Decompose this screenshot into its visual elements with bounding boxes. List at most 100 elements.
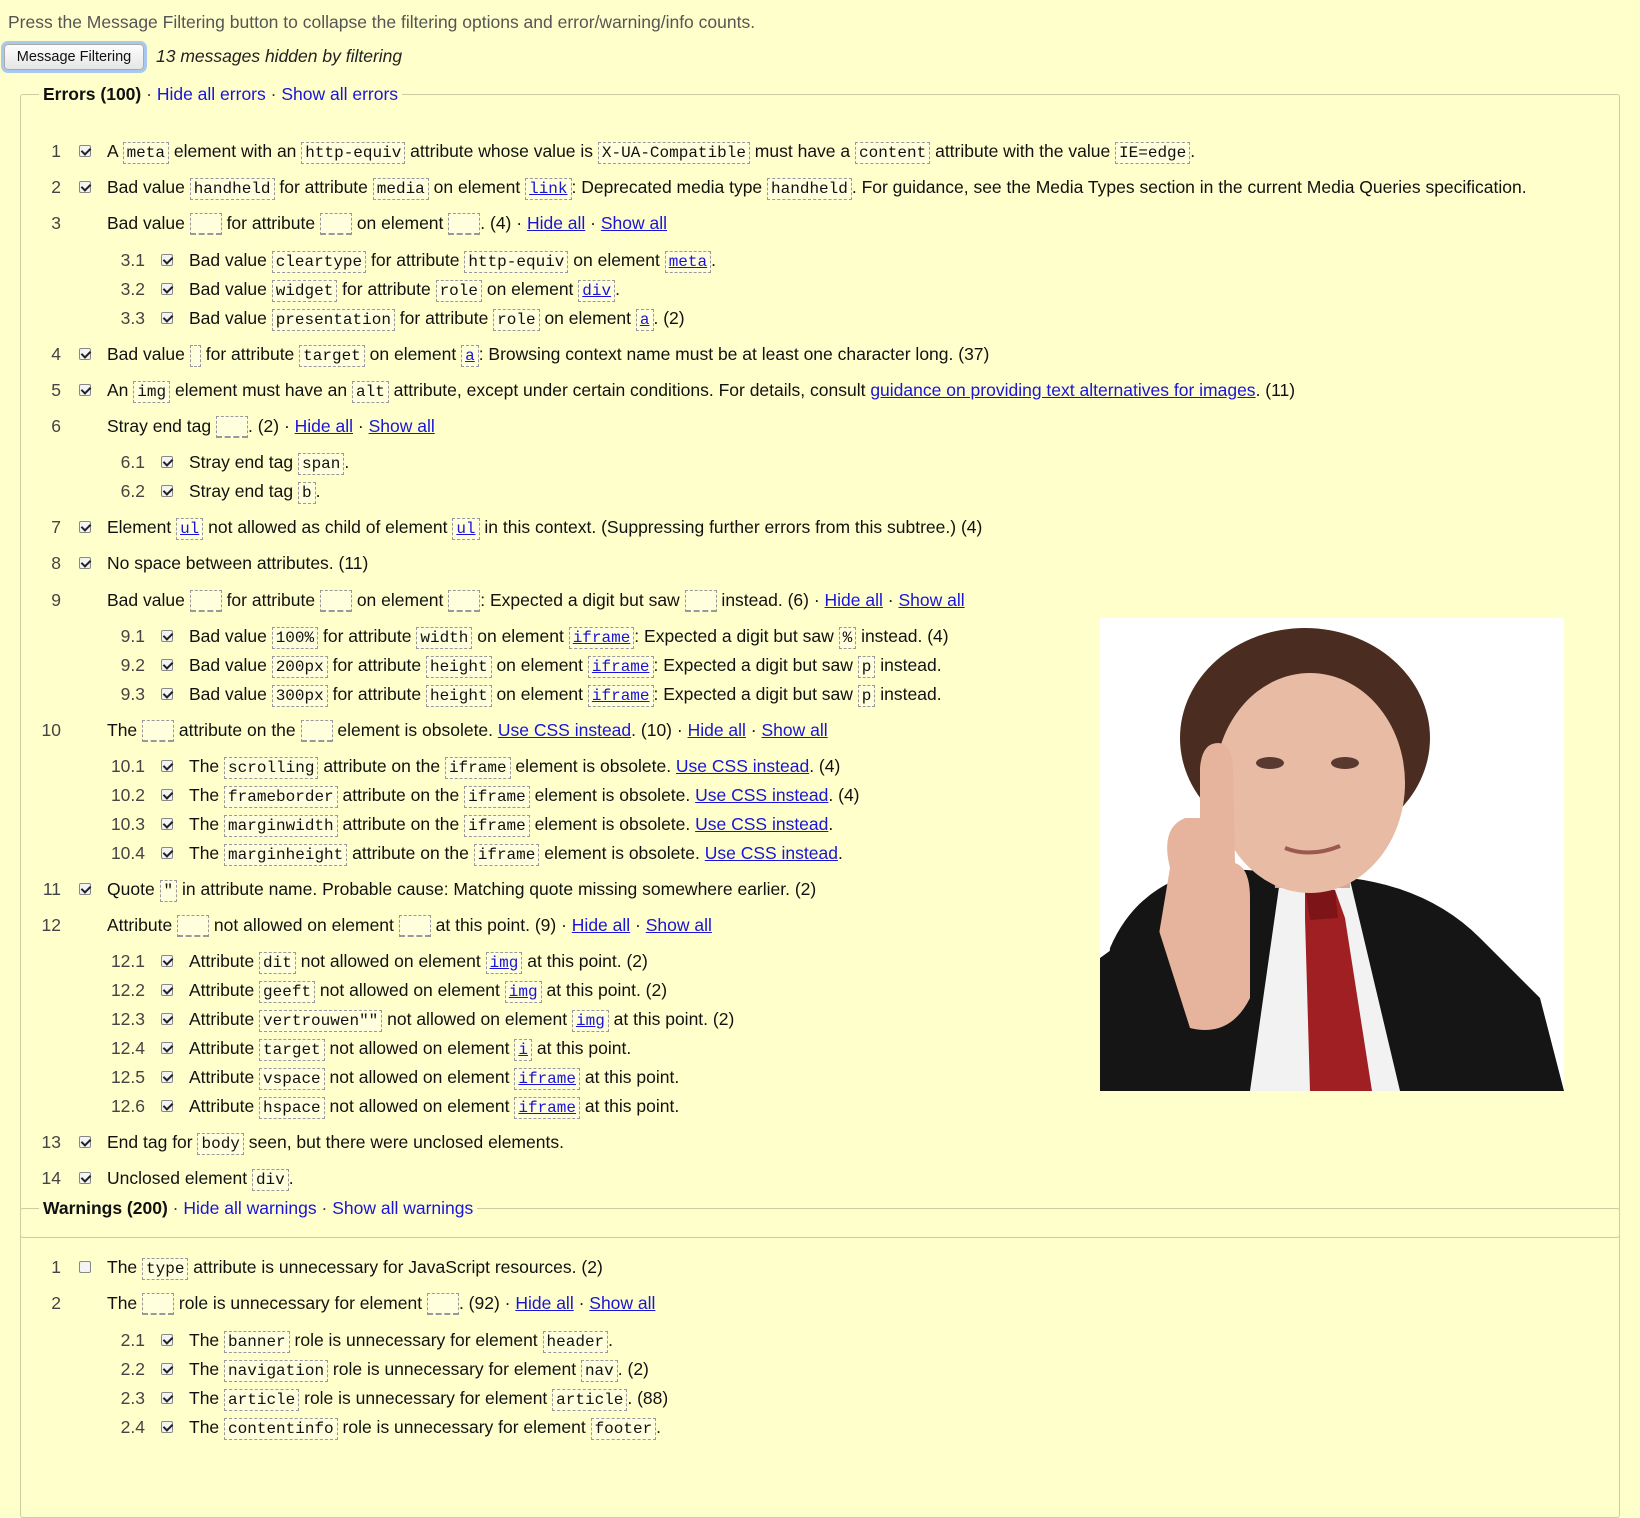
element-link[interactable]: a bbox=[635, 309, 654, 331]
error-checkbox[interactable] bbox=[161, 485, 173, 497]
hide-all-link[interactable]: Hide all bbox=[527, 213, 585, 233]
error-checkbox[interactable] bbox=[79, 181, 91, 193]
show-all-link[interactable]: Show all bbox=[369, 416, 435, 436]
element-link[interactable]: iframe bbox=[514, 1068, 580, 1090]
error-checkbox[interactable] bbox=[161, 789, 173, 801]
use-css-link[interactable]: Use CSS instead bbox=[676, 756, 809, 776]
error-message: Quote " in attribute name. Probable caus… bbox=[107, 874, 816, 906]
hide-all-link[interactable]: Hide all bbox=[515, 1293, 573, 1313]
message-text: at this point. bbox=[531, 1038, 632, 1058]
error-checkbox[interactable] bbox=[161, 254, 173, 266]
element-link[interactable]: ul bbox=[176, 518, 204, 540]
message-text: Attribute bbox=[189, 951, 260, 971]
error-checkbox[interactable] bbox=[161, 630, 173, 642]
message-text: Bad value bbox=[189, 250, 272, 270]
element-link[interactable]: iframe bbox=[568, 627, 635, 649]
hide-all-link[interactable]: Hide all bbox=[688, 720, 746, 740]
message-text: The bbox=[107, 720, 143, 740]
message-text: at this point. (9) · bbox=[430, 915, 572, 935]
error-checkbox[interactable] bbox=[79, 557, 91, 569]
error-checkbox[interactable] bbox=[161, 312, 173, 324]
hide-all-link[interactable]: Hide all bbox=[572, 915, 630, 935]
message-text: The bbox=[189, 814, 225, 834]
error-checkbox[interactable] bbox=[161, 688, 173, 700]
message-text: : Deprecated media type bbox=[571, 177, 768, 197]
message-filtering-button[interactable]: Message Filtering bbox=[4, 44, 144, 70]
use-css-link[interactable]: Use CSS instead bbox=[705, 843, 838, 863]
show-all-link[interactable]: Show all bbox=[601, 213, 667, 233]
show-all-link[interactable]: Show all bbox=[646, 915, 712, 935]
element-link[interactable]: meta bbox=[664, 251, 712, 273]
error-checkbox[interactable] bbox=[161, 1042, 173, 1054]
warning-checkbox[interactable] bbox=[161, 1334, 173, 1346]
error-checkbox[interactable] bbox=[79, 384, 91, 396]
code-token: role bbox=[493, 309, 540, 331]
code-token: X-UA-Compatible bbox=[597, 142, 750, 164]
placeholder-blank bbox=[448, 213, 481, 236]
message-text: not allowed on element bbox=[324, 1096, 515, 1116]
error-number: 9 bbox=[51, 590, 61, 610]
error-checkbox[interactable] bbox=[79, 883, 91, 895]
error-checkbox[interactable] bbox=[79, 348, 91, 360]
code-token: " bbox=[159, 880, 178, 902]
element-link[interactable]: iframe bbox=[587, 656, 654, 678]
message-text: not allowed on element bbox=[324, 1067, 515, 1087]
element-link[interactable]: img bbox=[504, 981, 542, 1003]
hide-all-errors-link[interactable]: Hide all errors bbox=[157, 84, 266, 104]
warning-checkbox[interactable] bbox=[161, 1392, 173, 1404]
code-token: body bbox=[197, 1133, 244, 1155]
use-css-link[interactable]: Use CSS instead bbox=[695, 785, 828, 805]
error-checkbox[interactable] bbox=[161, 659, 173, 671]
message-text: Stray end tag bbox=[107, 416, 216, 436]
element-link[interactable]: iframe bbox=[587, 685, 654, 707]
error-checkbox[interactable] bbox=[161, 1100, 173, 1112]
show-all-errors-link[interactable]: Show all errors bbox=[281, 84, 398, 104]
element-link[interactable]: i bbox=[514, 1039, 532, 1061]
use-css-link[interactable]: Use CSS instead bbox=[498, 720, 631, 740]
guidance-link[interactable]: guidance on providing text alternatives … bbox=[870, 380, 1255, 400]
show-all-warnings-link[interactable]: Show all warnings bbox=[332, 1198, 473, 1218]
error-checkbox[interactable] bbox=[79, 521, 91, 533]
error-checkbox[interactable] bbox=[79, 1172, 91, 1184]
element-link[interactable]: a bbox=[461, 345, 479, 367]
element-link[interactable]: ul bbox=[452, 518, 480, 540]
error-checkbox[interactable] bbox=[161, 1013, 173, 1025]
warning-checkbox[interactable] bbox=[161, 1421, 173, 1433]
error-message: Element ul not allowed as child of eleme… bbox=[107, 512, 982, 544]
warning-checkbox[interactable] bbox=[161, 1363, 173, 1375]
element-link[interactable]: link bbox=[525, 178, 572, 200]
element-link[interactable]: img bbox=[571, 1010, 609, 1032]
message-text: No space between attributes. (11) bbox=[107, 553, 369, 573]
hide-all-link[interactable]: Hide all bbox=[825, 590, 883, 610]
warning-message: The navigation role is unnecessary for e… bbox=[189, 1354, 649, 1386]
warning-checkbox[interactable] bbox=[79, 1261, 91, 1273]
error-message: Attribute hspace not allowed on element … bbox=[189, 1091, 679, 1123]
message-text: for attribute bbox=[366, 250, 465, 270]
code-token: p bbox=[857, 656, 876, 678]
error-checkbox[interactable] bbox=[161, 1071, 173, 1083]
code-token: vertrouwen"" bbox=[259, 1010, 383, 1032]
error-checkbox[interactable] bbox=[161, 847, 173, 859]
error-checkbox[interactable] bbox=[161, 984, 173, 996]
show-all-link[interactable]: Show all bbox=[589, 1293, 655, 1313]
error-checkbox[interactable] bbox=[161, 818, 173, 830]
hide-all-warnings-link[interactable]: Hide all warnings bbox=[183, 1198, 316, 1218]
element-link[interactable]: div bbox=[578, 280, 616, 302]
error-checkbox[interactable] bbox=[161, 955, 173, 967]
code-token: % bbox=[838, 627, 857, 649]
error-checkbox[interactable] bbox=[161, 456, 173, 468]
error-checkbox[interactable] bbox=[161, 283, 173, 295]
hide-all-link[interactable]: Hide all bbox=[295, 416, 353, 436]
element-link[interactable]: img bbox=[485, 952, 523, 974]
error-message: Attribute not allowed on element at this… bbox=[107, 910, 712, 940]
error-checkbox[interactable] bbox=[79, 1136, 91, 1148]
code-token: iframe bbox=[464, 786, 530, 808]
error-checkbox[interactable] bbox=[161, 760, 173, 772]
show-all-link[interactable]: Show all bbox=[898, 590, 964, 610]
element-link[interactable]: iframe bbox=[514, 1097, 580, 1119]
error-number: 13 bbox=[41, 1132, 61, 1152]
show-all-link[interactable]: Show all bbox=[762, 720, 828, 740]
error-checkbox[interactable] bbox=[79, 145, 91, 157]
use-css-link[interactable]: Use CSS instead bbox=[695, 814, 828, 834]
message-text: · bbox=[585, 213, 601, 233]
